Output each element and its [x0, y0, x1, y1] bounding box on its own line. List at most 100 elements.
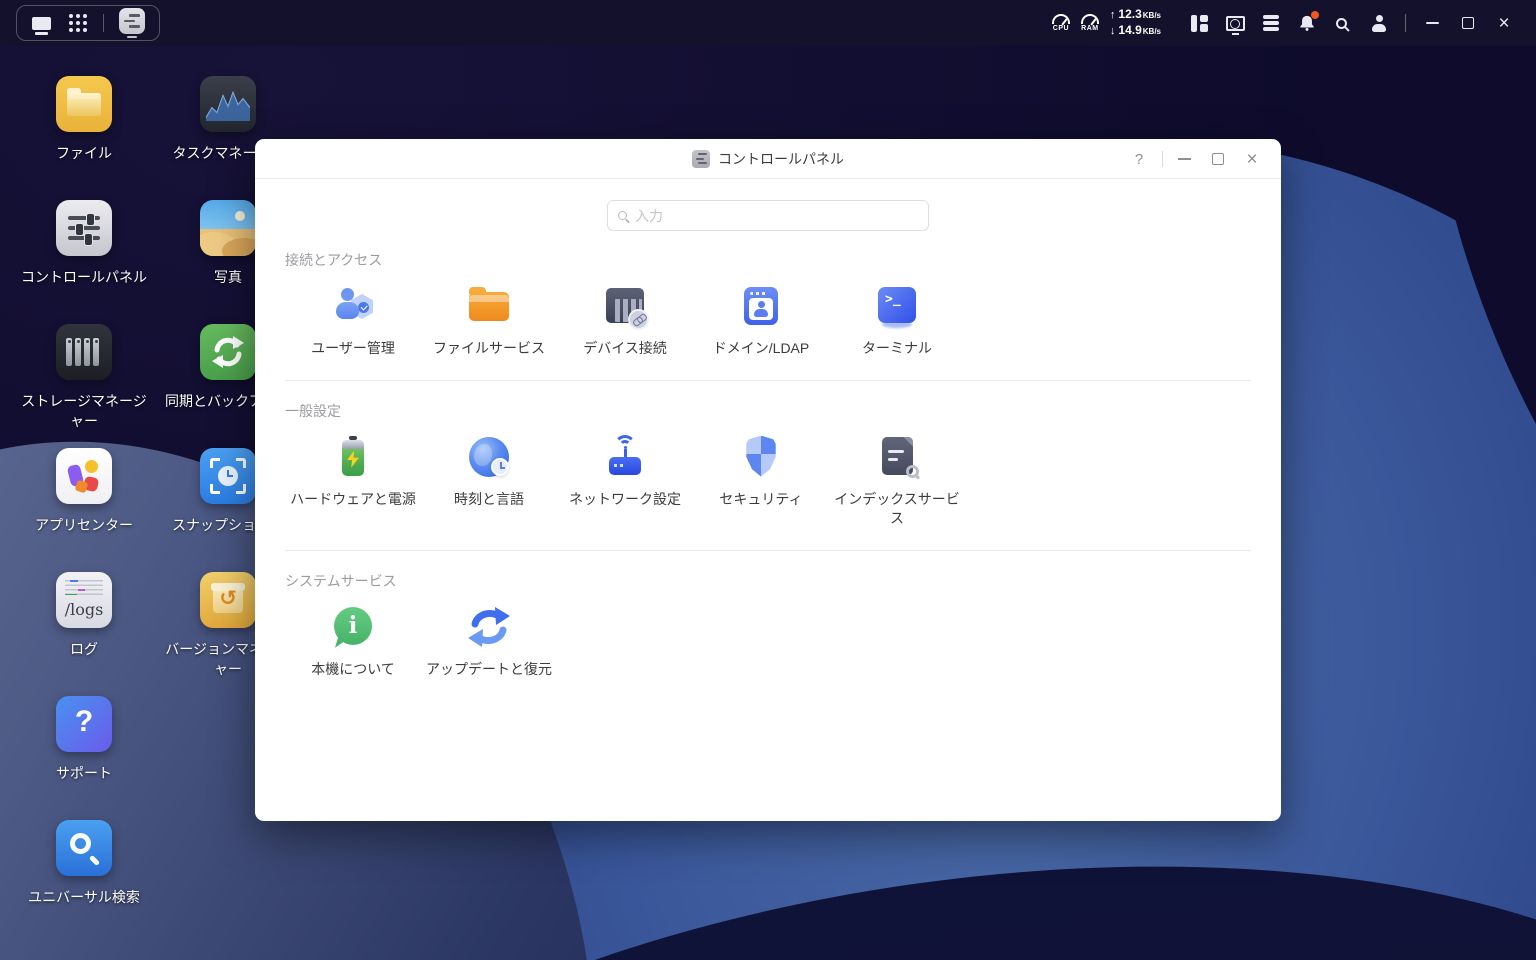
cp-item-network-settings[interactable]: ネットワーク設定 [557, 434, 693, 529]
cp-item-hardware-power[interactable]: ハードウェアと電源 [285, 434, 421, 529]
upload-arrow-icon: ↑ [1109, 9, 1116, 22]
close-button[interactable]: × [1239, 146, 1265, 172]
desktop-icon-app-center[interactable]: アプリセンター [14, 448, 154, 535]
ram-gauge[interactable]: RAM [1080, 14, 1099, 32]
desktop-icon-support[interactable]: ? サポート [14, 696, 154, 783]
search-input[interactable] [635, 207, 918, 224]
app-center-icon [56, 448, 112, 504]
cp-item-label: ネットワーク設定 [569, 490, 681, 507]
close-icon: × [1246, 148, 1258, 170]
maximize-icon [1462, 17, 1474, 29]
taskbar-divider [103, 14, 104, 32]
network-speed-indicator[interactable]: ↑ 12.3 KB/s ↓ 14.9 KB/s [1110, 7, 1161, 39]
cp-item-time-language[interactable]: 時刻と言語 [421, 434, 557, 529]
topbar: CPU RAM ↑ 12.3 KB/s ↓ 14.9 KB/s × [0, 0, 1536, 46]
hardware-power-icon [330, 434, 376, 480]
task-manager-icon [200, 76, 256, 132]
file-services-icon [466, 283, 512, 329]
desktop-icon-label: ファイル [56, 145, 112, 161]
domain-ldap-icon [738, 283, 784, 329]
server-status-button[interactable] [1259, 8, 1283, 38]
desktop-icon-universal-search[interactable]: ユニバーサル検索 [14, 820, 154, 907]
minimize-icon [1425, 22, 1439, 24]
cp-item-domain-ldap[interactable]: ドメイン/LDAP [693, 283, 829, 359]
section-title-system: システムサービス [285, 572, 397, 589]
desktop-icon-label: アプリセンター [35, 517, 133, 533]
minimize-all-button[interactable] [1420, 8, 1444, 38]
help-button[interactable]: ? [1126, 146, 1152, 172]
cp-item-label: デバイス接続 [583, 340, 667, 356]
control-panel-icon [692, 149, 710, 168]
section-row-connection: ユーザー管理 ファイルサービス デバイス接続 ドメイン/LDAP >_ ターミナ… [285, 283, 1251, 359]
topbar-status-area: CPU RAM ↑ 12.3 KB/s ↓ 14.9 KB/s × [1051, 7, 1522, 39]
security-shield-icon [738, 434, 784, 480]
cp-item-terminal[interactable]: >_ ターミナル [829, 283, 965, 359]
window-controls-divider [1162, 151, 1163, 167]
global-search-button[interactable] [1331, 8, 1355, 38]
desktop-icon-control-panel[interactable]: コントロールパネル [14, 200, 154, 287]
close-session-button[interactable]: × [1492, 8, 1516, 38]
widgets-icon [1190, 14, 1208, 32]
widgets-button[interactable] [1187, 8, 1211, 38]
desktop-icon-logs[interactable]: /logs ログ [14, 572, 154, 659]
notifications-button[interactable] [1295, 8, 1319, 38]
minimize-button[interactable] [1171, 146, 1197, 172]
section-row-system: i 本機について アップデートと復元 [285, 604, 1251, 680]
cpu-gauge-label: CPU [1052, 25, 1070, 32]
restore-arrow-glyph: ↺ [219, 587, 237, 610]
user-menu-button[interactable] [1367, 8, 1391, 38]
cp-item-security[interactable]: セキュリティ [693, 434, 829, 529]
cp-item-user-management[interactable]: ユーザー管理 [285, 283, 421, 359]
maximize-icon [1212, 153, 1224, 165]
section-row-general: ハードウェアと電源 時刻と言語 ネットワーク設定 セキュリティ インデックスサー… [285, 434, 1251, 529]
cpu-gauge[interactable]: CPU [1051, 14, 1070, 32]
cp-item-label: ユーザー管理 [311, 340, 395, 356]
close-icon: × [1498, 12, 1510, 34]
desktop-icon-storage-manager[interactable]: ストレージマネージャー [14, 324, 154, 432]
desktop-icon-label: コントロールパネル [21, 269, 147, 285]
cp-item-label: アップデートと復元 [426, 660, 552, 677]
cp-item-label: ドメイン/LDAP [712, 340, 810, 356]
app-launcher-button[interactable] [66, 9, 90, 37]
section-title-connection: 接続とアクセス [285, 252, 383, 268]
desktop-icon-label: ログ [70, 641, 98, 657]
show-desktop-button[interactable] [29, 9, 53, 37]
control-panel-window: コントロールパネル ? × 接続とアクセス ユーザー管理 ファイルサービ [255, 139, 1281, 821]
cp-item-device-connection[interactable]: デバイス接続 [557, 283, 693, 359]
version-manager-icon: ↺ [200, 572, 256, 628]
remote-access-button[interactable] [1223, 8, 1247, 38]
server-stack-icon [1263, 14, 1279, 32]
cp-item-label: ハードウェアと電源 [290, 490, 416, 507]
taskbar-group [16, 5, 160, 41]
cp-item-label: インデックスサービス [834, 490, 960, 527]
time-language-icon [466, 434, 512, 480]
desktop-icon-files[interactable]: ファイル [14, 76, 154, 163]
window-content: 接続とアクセス ユーザー管理 ファイルサービス デバイス接続 [255, 200, 1281, 679]
desktop-icon-label: サポート [56, 765, 112, 781]
upload-unit: KB/s [1142, 11, 1161, 21]
control-panel-icon [56, 200, 112, 256]
control-panel-icon [119, 7, 145, 34]
cp-item-label: 時刻と言語 [454, 490, 524, 507]
cp-item-file-services[interactable]: ファイルサービス [421, 283, 557, 359]
window-title-group: コントロールパネル [692, 149, 844, 169]
files-icon [56, 76, 112, 132]
maximize-button[interactable] [1205, 146, 1231, 172]
info-glyph: i [348, 611, 358, 639]
terminal-icon: >_ [874, 283, 920, 329]
cp-item-label: 本機について [311, 660, 395, 677]
cp-item-index-service[interactable]: インデックスサービス [829, 434, 965, 529]
taskbar-control-panel-button[interactable] [117, 6, 147, 40]
control-panel-search[interactable] [607, 200, 929, 231]
photos-icon [200, 200, 256, 256]
maximize-button[interactable] [1456, 8, 1480, 38]
cp-item-label: ターミナル [862, 340, 932, 356]
cp-item-about[interactable]: i 本機について [285, 604, 421, 680]
window-titlebar[interactable]: コントロールパネル ? × [255, 139, 1281, 179]
cp-item-update-restore[interactable]: アップデートと復元 [421, 604, 557, 680]
desktop-monitor-icon [31, 16, 51, 35]
search-icon [1335, 17, 1347, 29]
desktop-icon-label: ストレージマネージャー [21, 393, 147, 430]
download-unit: KB/s [1142, 27, 1161, 36]
download-speed: ↓ 14.9 KB/s [1110, 23, 1161, 39]
